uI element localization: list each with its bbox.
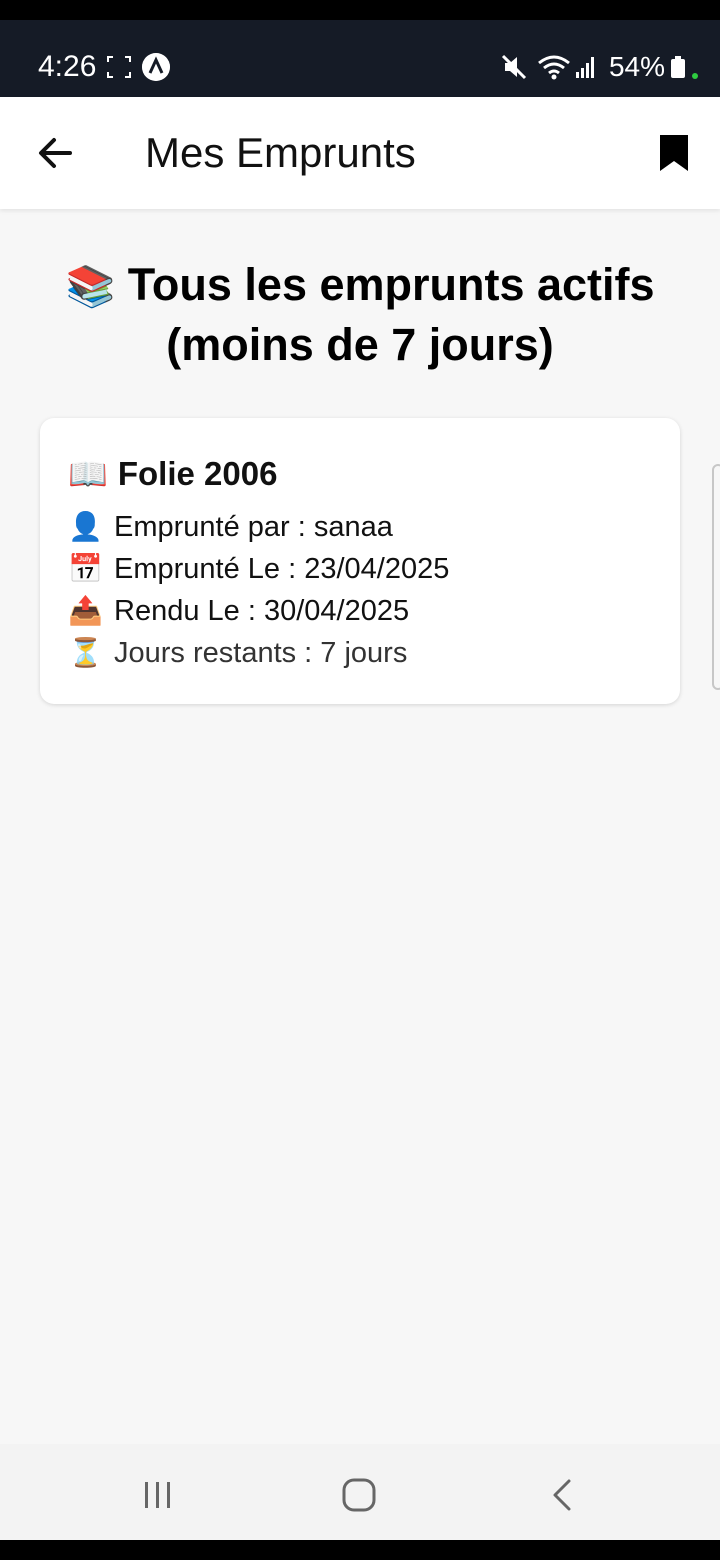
remaining-days-text: Jours restants : 7 jours xyxy=(114,637,408,669)
notification-dot-icon xyxy=(692,73,698,79)
nav-back-icon[interactable] xyxy=(550,1478,574,1512)
status-right-group: 54% xyxy=(501,50,698,84)
borrowed-date-text: Emprunté Le : 23/04/2025 xyxy=(114,553,450,585)
loan-borrowed-date: 📅 Emprunté Le : 23/04/2025 xyxy=(68,550,449,588)
open-book-icon: 📖 xyxy=(68,456,108,492)
return-date-text: Rendu Le : 30/04/2025 xyxy=(114,595,410,627)
bookmark-icon[interactable] xyxy=(652,131,696,175)
loan-title: 📖 Folie 2006 xyxy=(68,454,277,494)
a-circle-icon xyxy=(142,53,170,81)
status-bar: 4:26 54% xyxy=(0,20,720,97)
battery-percent: 54% xyxy=(608,51,665,82)
loan-return-date: 📤 Rendu Le : 30/04/2025 xyxy=(68,592,409,630)
system-nav-bar xyxy=(0,1444,720,1540)
outbox-tray-icon: 📤 xyxy=(68,595,103,626)
hourglass-icon: ⏳ xyxy=(68,637,103,668)
heading-line-1: Tous les emprunts actifs xyxy=(127,259,655,310)
edge-panel-handle[interactable] xyxy=(712,464,720,690)
section-heading: 📚 Tous les emprunts actifs (moins de 7 j… xyxy=(40,256,680,374)
back-arrow-icon[interactable] xyxy=(30,131,80,175)
signal-icon xyxy=(575,57,594,78)
battery-icon xyxy=(671,56,685,78)
heading-line-2: (moins de 7 jours) xyxy=(166,319,554,370)
status-time: 4:26 xyxy=(38,50,97,83)
borrower-text: Emprunté par : sanaa xyxy=(114,511,393,543)
loan-card[interactable]: 📖 Folie 2006 👤 Emprunté par : sanaa 📅 Empru… xyxy=(40,418,680,704)
home-icon[interactable] xyxy=(342,1478,376,1512)
loan-remaining-days: ⏳ Jours restants : 7 jours xyxy=(68,634,407,672)
bottom-edge xyxy=(0,1540,720,1560)
user-icon: 👤 xyxy=(68,511,103,542)
loan-title-text: Folie 2006 xyxy=(117,455,278,492)
calendar-icon: 📅 xyxy=(68,553,103,584)
top-edge xyxy=(0,0,720,20)
loan-borrower: 👤 Emprunté par : sanaa xyxy=(68,508,393,546)
wifi-icon xyxy=(538,55,570,80)
page-title: Mes Emprunts xyxy=(145,129,416,176)
mute-icon xyxy=(501,54,527,80)
books-icon: 📚 xyxy=(65,265,116,309)
app-bar: Mes Emprunts xyxy=(0,97,720,209)
recents-icon[interactable] xyxy=(142,1480,174,1510)
focus-frame-icon xyxy=(107,56,131,78)
